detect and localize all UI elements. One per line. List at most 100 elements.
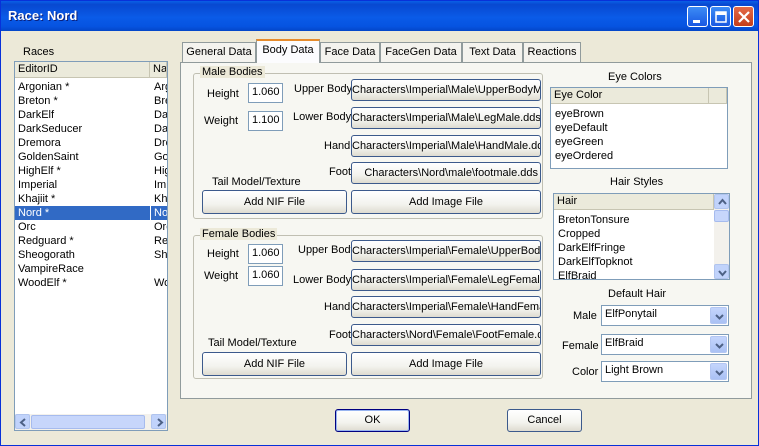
race-row-editorid[interactable]: Argonian * [15,80,150,94]
male-add-image-button[interactable]: Add Image File [351,190,541,214]
male-foot-button[interactable]: Characters\Nord\male\footmale.dds [351,162,541,184]
race-row-editorid[interactable]: WoodElf * [15,276,150,290]
cancel-button[interactable]: Cancel [507,409,582,432]
scroll-right-button[interactable] [151,414,166,429]
hair-color-select[interactable]: Light Brown [601,361,729,382]
maximize-icon [715,11,727,23]
race-row-name[interactable]: Wo [151,276,167,290]
race-row-name[interactable]: Hig [151,164,167,178]
race-row-name[interactable]: Bre [151,94,167,108]
hair-style-item[interactable]: Cropped [555,227,712,241]
race-row-name[interactable]: Re [151,234,167,248]
female-foot-button[interactable]: Characters\Nord\Female\FootFemale.dds [351,324,541,346]
female-lower-body-button[interactable]: Characters\Imperial\Female\LegFemale.dds [351,269,541,291]
race-row-name[interactable]: Orc [151,220,167,234]
race-row-name[interactable] [151,262,167,276]
male-height-field[interactable]: 1.060 [248,83,283,103]
race-row-name[interactable]: Arg [151,80,167,94]
male-height-label: Height [207,88,239,100]
male-weight-label: Weight [204,115,239,127]
hair-style-item[interactable]: DarkElfFringe [555,241,712,255]
minimize-button[interactable] [687,6,708,27]
race-row-name[interactable]: Imp [151,178,167,192]
hair-vertical-scrollbar[interactable] [714,194,729,279]
male-weight-field[interactable]: 1.100 [248,111,283,131]
race-row-name[interactable]: Kh [151,192,167,206]
male-upper-body-button[interactable]: Characters\Imperial\Male\UpperBodyMale.d… [351,79,541,101]
column-header-editorid[interactable]: EditorID [15,62,150,78]
race-row-editorid[interactable]: VampireRace [15,262,150,276]
horizontal-scroll-thumb[interactable] [31,415,145,429]
race-row-name[interactable]: Da [151,108,167,122]
eye-color-item[interactable]: eyeGreen [552,135,722,149]
tab-facegen-data[interactable]: FaceGen Data [380,42,462,62]
race-row-editorid[interactable]: Sheogorath [15,248,150,262]
ok-button[interactable]: OK [335,409,410,432]
female-height-field[interactable]: 1.060 [248,244,283,264]
default-hair-female-select[interactable]: ElfBraid [601,334,729,355]
hair-style-item[interactable]: DarkElfTopknot [555,255,712,269]
tab-general-data[interactable]: General Data [182,42,256,62]
male-bodies-title: Male Bodies [200,66,265,78]
race-row-editorid[interactable]: Redguard * [15,234,150,248]
race-dialog-window: Race: Nord Races EditorID Na Argonian * A… [0,0,759,446]
arrow-down-icon [718,270,727,277]
race-row-editorid[interactable]: Breton * [15,94,150,108]
race-row-name[interactable]: Go [151,150,167,164]
male-dropdown-button[interactable] [710,307,727,324]
race-row-editorid[interactable]: Nord * [15,206,150,220]
tab-face-data[interactable]: Face Data [320,42,380,62]
chevron-down-icon [715,370,724,376]
eye-color-item[interactable]: eyeOrdered [552,149,722,163]
close-button[interactable] [733,6,754,27]
hair-style-item[interactable]: ElfBraid [555,269,712,283]
race-row-name[interactable]: Dre [151,136,167,150]
male-lower-body-button[interactable]: Characters\Imperial\Male\LegMale.dds [351,107,541,129]
female-bodies-title: Female Bodies [200,228,278,240]
eye-colors-list[interactable]: Eye Color eyeBrown eyeDefault eyeGreen eyeO… [550,87,728,169]
eye-color-item[interactable]: eyeDefault [552,121,722,135]
male-add-nif-button[interactable]: Add NIF File [202,190,347,214]
column-header-name[interactable]: Na [150,62,167,78]
female-hand-button[interactable]: Characters\Imperial\Female\HandFemale.dd… [351,296,541,318]
race-row-editorid[interactable]: HighElf * [15,164,150,178]
female-add-image-button[interactable]: Add Image File [351,352,541,376]
race-row-editorid[interactable]: Orc [15,220,150,234]
race-row-editorid[interactable]: GoldenSaint [15,150,150,164]
tab-reactions[interactable]: Reactions [523,42,581,62]
hair-style-item[interactable]: BretonTonsure [555,213,712,227]
races-list[interactable]: EditorID Na Argonian *ArgBreton *BreDark… [14,61,168,431]
race-row-name[interactable]: Sh [151,248,167,262]
title-bar[interactable]: Race: Nord [1,1,758,31]
female-upper-body-button[interactable]: Characters\Imperial\Female\UpperBodyFema… [351,240,541,262]
female-add-nif-button[interactable]: Add NIF File [202,352,347,376]
eye-color-item[interactable]: eyeBrown [552,107,722,121]
race-row-name[interactable]: No [151,206,167,220]
hair-styles-list[interactable]: Hair BretonTonsure Cropped DarkElfFringe Da… [553,193,730,283]
scroll-left-button[interactable] [15,414,30,429]
close-icon [738,11,750,23]
race-row-name[interactable]: Da [151,122,167,136]
color-dropdown-button[interactable] [710,363,727,380]
hair-column-header[interactable]: Hair [554,194,714,210]
maximize-button[interactable] [710,6,731,27]
male-hand-button[interactable]: Characters\Imperial\Male\HandMale.dds [351,135,541,157]
tab-body-data[interactable]: Body Data [256,39,320,63]
eye-colors-title: Eye Colors [608,71,662,83]
chevron-down-icon [715,314,724,320]
male-upper-body-label: Upper Body [294,83,353,95]
female-weight-field[interactable]: 1.060 [248,266,283,286]
race-row-editorid[interactable]: Dremora [15,136,150,150]
vertical-scroll-thumb[interactable] [714,210,729,222]
race-row-editorid[interactable]: DarkSeducer [15,122,150,136]
scroll-up-button[interactable] [714,194,729,209]
races-horizontal-scrollbar[interactable] [15,414,167,430]
scroll-down-button[interactable] [714,264,729,279]
race-row-editorid[interactable]: DarkElf [15,108,150,122]
race-row-editorid[interactable]: Khajiit * [15,192,150,206]
eye-color-column-header[interactable]: Eye Color [551,88,709,104]
tab-text-data[interactable]: Text Data [462,42,523,62]
female-dropdown-button[interactable] [710,336,727,353]
race-row-editorid[interactable]: Imperial [15,178,150,192]
default-hair-male-select[interactable]: ElfPonytail [601,305,729,326]
